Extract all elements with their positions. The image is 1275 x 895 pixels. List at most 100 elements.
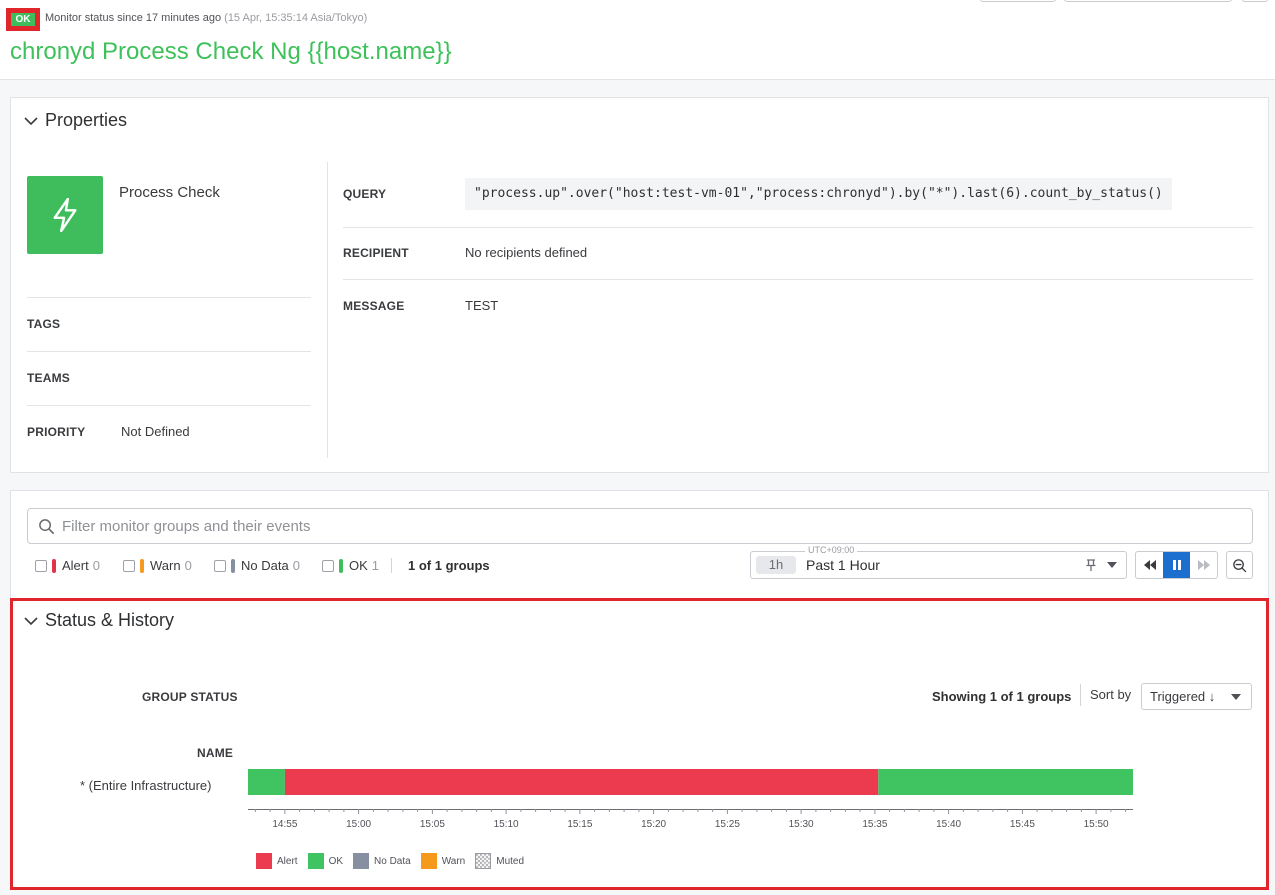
legend-label: No Data: [374, 855, 411, 867]
time-range-pill: 1h: [756, 556, 796, 574]
time-axis: 14:55 15:00 15:05 15:10 15:15 15:20 15:25 15:30…: [248, 809, 1133, 830]
checkbox[interactable]: [322, 559, 334, 572]
playback-controls: [1135, 551, 1218, 579]
filter-label: Alert: [62, 558, 89, 573]
filter-checkbox-warn[interactable]: Warn 0: [123, 558, 192, 573]
status-color-bar: [339, 558, 343, 573]
axis-tick-label: 14:55: [272, 819, 297, 830]
legend-swatch: [420, 853, 437, 869]
axis-tick-label: 15:45: [1010, 819, 1035, 830]
axis-tick-label: 15:05: [420, 819, 445, 830]
search-icon: [39, 519, 54, 534]
timeline-segment-ok-2[interactable]: [878, 769, 1133, 795]
lightning-icon: [53, 197, 77, 233]
status-legend: Alert OK No Data Warn Muted: [256, 853, 534, 869]
header-more-button[interactable]: [1242, 0, 1268, 2]
rewind-button[interactable]: [1136, 552, 1163, 578]
pause-button[interactable]: [1163, 552, 1190, 578]
showing-groups-text: Showing 1 of 1 groups: [932, 689, 1072, 704]
message-label: MESSAGE: [343, 299, 405, 313]
status-timeline[interactable]: [248, 769, 1133, 795]
chevron-down-icon: [24, 616, 38, 625]
recipient-value: No recipients defined: [465, 245, 588, 260]
legend-item-alert: Alert: [256, 853, 298, 869]
timezone-label: UTC+09:00: [805, 545, 858, 555]
priority-value: Not Defined: [121, 424, 190, 439]
checkbox[interactable]: [214, 559, 226, 572]
legend-item-warn: Warn: [420, 853, 466, 869]
filter-count: 1: [371, 558, 380, 573]
groups-count: 1 of 1 groups: [391, 558, 490, 573]
time-range-selector[interactable]: UTC+09:00 1h Past 1 Hour: [750, 545, 1127, 579]
tags-row: TAGS: [27, 297, 311, 351]
recipient-label: RECIPIENT: [343, 246, 409, 260]
teams-label: TEAMS: [27, 371, 70, 385]
axis-tick-label: 15:00: [346, 819, 371, 830]
status-badge-highlight: OK: [6, 8, 40, 31]
filter-checkbox-alert[interactable]: Alert 0: [35, 558, 100, 573]
timeline-segment-ok-0[interactable]: [248, 769, 285, 795]
caret-down-icon[interactable]: [1107, 562, 1117, 568]
axis-tick-label: 15:30: [789, 819, 814, 830]
pin-icon[interactable]: [1084, 558, 1098, 572]
axis-tick-label: 15:35: [862, 819, 887, 830]
query-row: QUERY "process.up".over("host:test-vm-01…: [343, 178, 1253, 228]
chevron-down-icon: [24, 116, 38, 125]
status-since-text: Monitor status since 17 minutes ago: [45, 12, 222, 24]
time-range-label: Past 1 Hour: [806, 557, 880, 573]
monitor-header: OK Monitor status since 17 minutes ago (…: [0, 0, 1275, 80]
monitor-type-label: Process Check: [119, 184, 220, 201]
rewind-icon: [1143, 560, 1156, 570]
legend-swatch: [353, 853, 370, 869]
timeline-segment-alert-1[interactable]: [284, 769, 879, 795]
teams-row: TEAMS: [27, 351, 311, 405]
legend-label: Muted: [496, 855, 525, 867]
axis-tick-label: 15:10: [494, 819, 519, 830]
status-history-title: Status & History: [45, 610, 175, 630]
status-color-bar: [52, 558, 56, 573]
filter-label: Warn: [150, 558, 181, 573]
process-check-icon: [27, 176, 103, 254]
name-column-header: NAME: [197, 746, 234, 760]
filter-count: 0: [184, 558, 192, 573]
axis-tick-label: 15:15: [567, 819, 592, 830]
axis-tick-label: 15:20: [641, 819, 666, 830]
zoom-out-button[interactable]: [1226, 551, 1253, 579]
status-color-bar: [140, 558, 144, 573]
group-status-label: GROUP STATUS: [142, 690, 238, 704]
legend-swatch-hatched: [475, 853, 492, 869]
legend-label: Alert: [277, 855, 298, 867]
caret-down-icon: [1231, 694, 1241, 700]
message-row: MESSAGE TEST: [343, 280, 1253, 330]
header-dropdown-button[interactable]: [1064, 0, 1232, 2]
legend-label: Warn: [441, 855, 466, 867]
query-label: QUERY: [343, 187, 387, 201]
search-input[interactable]: [62, 509, 1242, 543]
filter-checkbox-ok[interactable]: OK 1: [322, 558, 379, 573]
legend-item-no-data: No Data: [353, 853, 411, 869]
legend-item-muted: Muted: [475, 853, 524, 869]
legend-label: OK: [328, 855, 344, 867]
status-badge: OK: [11, 13, 35, 26]
properties-title: Properties: [45, 110, 128, 130]
properties-toggle[interactable]: Properties: [23, 110, 127, 131]
header-action-button[interactable]: [980, 0, 1056, 2]
checkbox[interactable]: [123, 559, 135, 572]
legend-swatch: [307, 853, 324, 869]
status-history-toggle[interactable]: Status & History: [23, 610, 174, 631]
filter-count: 0: [92, 558, 100, 573]
page-title: chronyd Process Check Ng {{host.name}}: [10, 38, 452, 65]
filter-count: 0: [292, 558, 300, 573]
status-since-timestamp: (15 Apr, 15:35:14 Asia/Tokyo): [224, 12, 368, 24]
recipient-row: RECIPIENT No recipients defined: [343, 228, 1253, 280]
fast-forward-button[interactable]: [1190, 552, 1217, 578]
group-row-label[interactable]: * (Entire Infrastructure): [80, 778, 212, 793]
sort-select[interactable]: Triggered ↓: [1141, 683, 1252, 710]
filter-label: No Data: [241, 558, 289, 573]
sort-by-label: Sort by: [1080, 684, 1131, 706]
message-value: TEST: [465, 298, 499, 313]
axis-tick-label: 15:25: [715, 819, 740, 830]
filter-checkbox-no-data[interactable]: No Data 0: [214, 558, 300, 573]
sort-select-value: Triggered ↓: [1150, 689, 1216, 704]
checkbox[interactable]: [35, 559, 47, 572]
